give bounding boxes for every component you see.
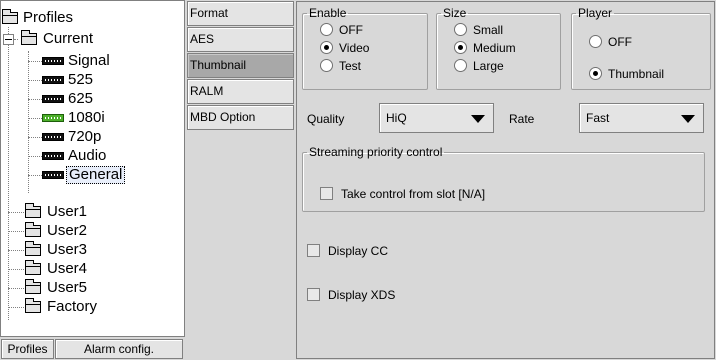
tree-node-factory[interactable]: Factory	[1, 298, 181, 316]
radio-circle	[589, 35, 602, 48]
radio-label: Medium	[473, 41, 516, 55]
tree-node-label: General	[66, 166, 126, 184]
radio-circle	[454, 59, 467, 72]
thumbnail-settings-panel: Enable OFF Video Test Size Small Medium …	[296, 1, 715, 359]
tab-format[interactable]: Format	[187, 1, 294, 26]
profiles-button[interactable]: Profiles	[1, 339, 54, 359]
radio-circle	[454, 23, 467, 36]
tree-node-profiles[interactable]: Profiles	[1, 9, 181, 27]
radio-label: Thumbnail	[608, 67, 665, 81]
tree-node-label: User1	[47, 203, 88, 220]
checkbox-box	[307, 288, 320, 301]
tree-node-label: Profiles	[23, 9, 74, 26]
card-icon	[42, 133, 64, 141]
checkbox-box	[320, 187, 333, 200]
tree-node-label: User4	[47, 260, 88, 277]
alarm-config-button[interactable]: Alarm config.	[55, 339, 183, 359]
folder-icon	[25, 241, 41, 256]
card-icon	[42, 76, 64, 84]
radio-label: OFF	[608, 35, 632, 49]
rate-label: Rate	[509, 112, 535, 126]
radio-label: Large	[473, 59, 504, 73]
tree-node-1080i[interactable]: 1080i	[1, 109, 181, 127]
tab-strip: Format AES Thumbnail RALM MBD Option	[187, 0, 295, 360]
folder-icon	[25, 279, 41, 294]
tree-node-user3[interactable]: User3	[1, 241, 181, 259]
tab-mbd-option[interactable]: MBD Option	[187, 105, 294, 130]
tree-node-user2[interactable]: User2	[1, 222, 181, 240]
tab-ralm[interactable]: RALM	[187, 79, 294, 104]
card-icon	[42, 152, 64, 160]
tree-node-general[interactable]: General	[1, 166, 181, 184]
folder-icon	[25, 298, 41, 313]
enable-legend: Enable	[309, 6, 347, 20]
size-legend: Size	[443, 6, 467, 20]
folder-icon	[25, 203, 41, 218]
tree-node-label: User5	[47, 279, 88, 296]
rate-value: Fast	[586, 111, 610, 125]
tab-aes[interactable]: AES	[187, 27, 294, 52]
card-icon	[42, 114, 64, 122]
tree-node-label: 720p	[68, 128, 102, 145]
tree-node-label: Factory	[47, 298, 98, 315]
dropdown-arrow-icon	[471, 115, 485, 123]
tree-node-label: Current	[43, 30, 94, 47]
tree-node-label: 625	[68, 90, 94, 107]
radio-circle	[454, 41, 467, 54]
card-icon	[42, 171, 64, 179]
quality-label: Quality	[307, 112, 345, 126]
folder-icon	[25, 260, 41, 275]
quality-select[interactable]: HiQ	[379, 103, 494, 133]
tree-node-label: 525	[68, 71, 94, 88]
radio-label: Test	[339, 59, 362, 73]
radio-label: Small	[473, 23, 504, 37]
checkbox-label: Display XDS	[328, 288, 396, 302]
folder-icon	[25, 222, 41, 237]
card-icon	[42, 95, 64, 103]
radio-label: Video	[339, 41, 370, 55]
dropdown-arrow-icon	[681, 115, 695, 123]
player-legend: Player	[578, 6, 613, 20]
tree-node-audio[interactable]: Audio	[1, 147, 181, 165]
radio-circle	[589, 67, 602, 80]
radio-circle	[320, 41, 333, 54]
tree-node-user4[interactable]: User4	[1, 260, 181, 278]
tree-node-user1[interactable]: User1	[1, 203, 181, 221]
tree-node-label: User3	[47, 241, 88, 258]
tree-node-720p[interactable]: 720p	[1, 128, 181, 146]
tree-node-625[interactable]: 625	[1, 90, 181, 108]
tree-node-signal[interactable]: Signal	[1, 52, 181, 70]
radio-circle	[320, 23, 333, 36]
rate-select[interactable]: Fast	[579, 103, 704, 133]
tree-node-label: User2	[47, 222, 88, 239]
tree-node-label: Audio	[68, 147, 107, 164]
radio-label: OFF	[339, 23, 363, 37]
profile-tree[interactable]: Profiles Current Signal 525 625 1080i 72…	[0, 0, 185, 337]
tree-node-label: 1080i	[68, 109, 105, 126]
card-icon	[42, 57, 64, 65]
radio-circle	[320, 59, 333, 72]
folder-icon	[21, 30, 37, 45]
tree-node-user5[interactable]: User5	[1, 279, 181, 297]
checkbox-label: Take control from slot [N/A]	[341, 187, 486, 201]
tree-node-label: Signal	[68, 52, 110, 69]
checkbox-box	[307, 244, 320, 257]
streaming-priority-group: Streaming priority control	[302, 146, 705, 212]
tab-thumbnail[interactable]: Thumbnail	[187, 53, 294, 78]
tree-node-525[interactable]: 525	[1, 71, 181, 89]
streaming-priority-legend: Streaming priority control	[309, 145, 443, 159]
folder-icon	[2, 9, 18, 24]
tree-node-current[interactable]: Current	[1, 30, 181, 48]
quality-value: HiQ	[386, 111, 407, 125]
checkbox-label: Display CC	[328, 244, 389, 258]
